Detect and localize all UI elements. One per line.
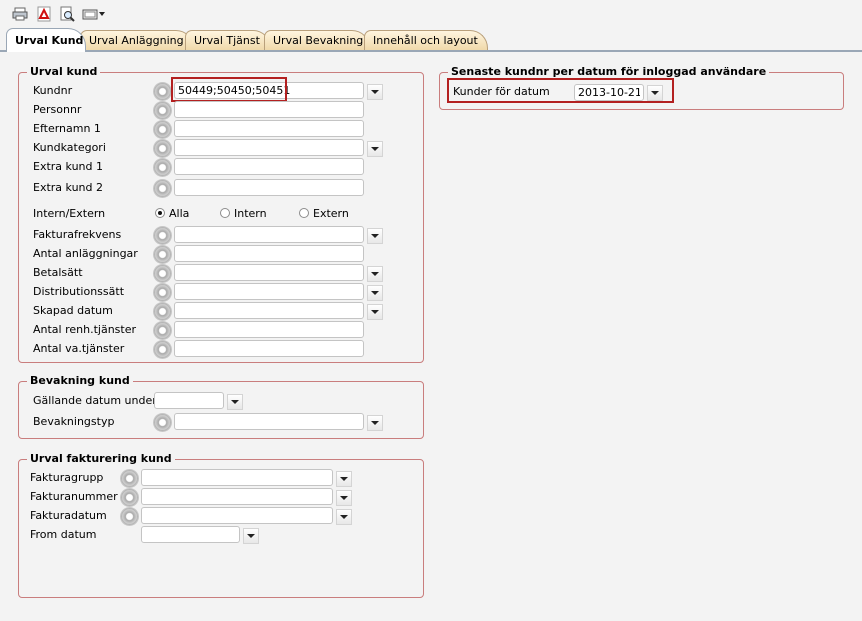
chevron-down-icon[interactable] (367, 285, 383, 301)
toolbar (0, 0, 862, 28)
chevron-down-icon[interactable] (336, 490, 352, 506)
gear-icon[interactable] (154, 303, 171, 320)
tab-urval-anlaggning[interactable]: Urval Anläggning (80, 30, 194, 50)
export-icon[interactable] (82, 4, 106, 24)
personnr-input[interactable] (174, 101, 364, 118)
chevron-down-icon[interactable] (367, 228, 383, 244)
gear-icon[interactable] (154, 121, 171, 138)
printer-icon[interactable] (10, 4, 30, 24)
print-preview-icon[interactable] (57, 4, 77, 24)
gear-icon[interactable] (154, 322, 171, 339)
skapad-datum-input[interactable] (174, 302, 364, 319)
antal-anlaggningar-input[interactable] (174, 245, 364, 262)
fakturafrekvens-label: Fakturafrekvens (33, 228, 122, 241)
gear-icon[interactable] (154, 341, 171, 358)
chevron-down-icon[interactable] (367, 266, 383, 282)
antal-va-label: Antal va.tjänster (33, 342, 125, 355)
gear-icon[interactable] (154, 102, 171, 119)
chevron-down-icon[interactable] (243, 528, 259, 544)
radio-intern-label: Intern (234, 207, 267, 220)
gear-icon[interactable] (154, 265, 171, 282)
antal-va-input[interactable] (174, 340, 364, 357)
kundnr-label: Kundnr (33, 84, 73, 97)
fakturanummer-label: Fakturanummer (30, 490, 118, 503)
fakturafrekvens-input[interactable] (174, 226, 364, 243)
bevakning-kund-group: Bevakning kund (18, 374, 424, 439)
pdf-icon[interactable] (34, 4, 54, 24)
fakturanummer-input[interactable] (141, 488, 333, 505)
gear-icon[interactable] (121, 508, 138, 525)
skapad-datum-label: Skapad datum (33, 304, 113, 317)
distributionssatt-label: Distributionssätt (33, 285, 125, 298)
from-datum-input[interactable] (141, 526, 240, 543)
kundnr-input[interactable] (174, 82, 364, 99)
tab-label: Urval Tjänst (194, 34, 260, 47)
bevakningstyp-label: Bevakningstyp (33, 415, 115, 428)
efternamn1-label: Efternamn 1 (33, 122, 101, 135)
tab-urval-kund[interactable]: Urval Kund (6, 28, 86, 52)
gear-icon[interactable] (154, 159, 171, 176)
betalsatt-input[interactable] (174, 264, 364, 281)
gear-icon[interactable] (154, 180, 171, 197)
gear-icon[interactable] (154, 83, 171, 100)
distributionssatt-input[interactable] (174, 283, 364, 300)
group-title: Bevakning kund (27, 374, 133, 387)
kundkategori-input[interactable] (174, 139, 364, 156)
efternamn1-input[interactable] (174, 120, 364, 137)
antal-renh-label: Antal renh.tjänster (33, 323, 137, 336)
from-datum-label: From datum (30, 528, 97, 541)
gear-icon[interactable] (154, 414, 171, 431)
bevakningstyp-input[interactable] (174, 413, 364, 430)
tab-urval-bevakning[interactable]: Urval Bevakning (264, 30, 370, 50)
personnr-label: Personnr (33, 103, 82, 116)
betalsatt-label: Betalsätt (33, 266, 83, 279)
kundkategori-label: Kundkategori (33, 141, 106, 154)
extrakund2-input[interactable] (174, 179, 364, 196)
antal-anlaggningar-label: Antal anläggningar (33, 247, 138, 260)
antal-renh-input[interactable] (174, 321, 364, 338)
intern-extern-label: Intern/Extern (33, 207, 106, 220)
fakturadatum-input[interactable] (141, 507, 333, 524)
gear-icon[interactable] (121, 470, 138, 487)
gallande-datum-input[interactable] (154, 392, 224, 409)
fakturagrupp-input[interactable] (141, 469, 333, 486)
gear-icon[interactable] (154, 227, 171, 244)
fakturagrupp-label: Fakturagrupp (30, 471, 104, 484)
radio-alla[interactable] (155, 208, 165, 218)
kunder-for-datum-label: Kunder för datum (453, 85, 550, 98)
gear-icon[interactable] (121, 489, 138, 506)
tab-innehall-och-layout[interactable]: Innehåll och layout (364, 30, 488, 50)
kunder-for-datum-input[interactable] (574, 84, 644, 101)
radio-alla-label: Alla (169, 207, 190, 220)
tab-label: Urval Bevakning (273, 34, 364, 47)
radio-extern-label: Extern (313, 207, 349, 220)
gear-icon[interactable] (154, 246, 171, 263)
tab-label: Innehåll och layout (373, 34, 478, 47)
group-title: Senaste kundnr per datum för inloggad an… (448, 65, 770, 78)
tab-label: Urval Kund (15, 34, 84, 47)
radio-intern[interactable] (220, 208, 230, 218)
chevron-down-icon[interactable] (367, 304, 383, 320)
chevron-down-icon[interactable] (647, 85, 663, 101)
chevron-down-icon[interactable] (367, 415, 383, 431)
gear-icon[interactable] (154, 140, 171, 157)
radio-extern[interactable] (299, 208, 309, 218)
tab-baseline (0, 50, 862, 52)
chevron-down-icon[interactable] (336, 471, 352, 487)
gallande-datum-label: Gällande datum under (33, 394, 157, 407)
extrakund2-label: Extra kund 2 (33, 181, 103, 194)
extrakund1-label: Extra kund 1 (33, 160, 103, 173)
chevron-down-icon[interactable] (336, 509, 352, 525)
fakturadatum-label: Fakturadatum (30, 509, 107, 522)
chevron-down-icon[interactable] (367, 141, 383, 157)
tab-urval-tjanst[interactable]: Urval Tjänst (185, 30, 271, 50)
group-title: Urval kund (27, 65, 101, 78)
tab-label: Urval Anläggning (89, 34, 184, 47)
extrakund1-input[interactable] (174, 158, 364, 175)
chevron-down-icon[interactable] (227, 394, 243, 410)
gear-icon[interactable] (154, 284, 171, 301)
group-title: Urval fakturering kund (27, 452, 175, 465)
chevron-down-icon[interactable] (367, 84, 383, 100)
